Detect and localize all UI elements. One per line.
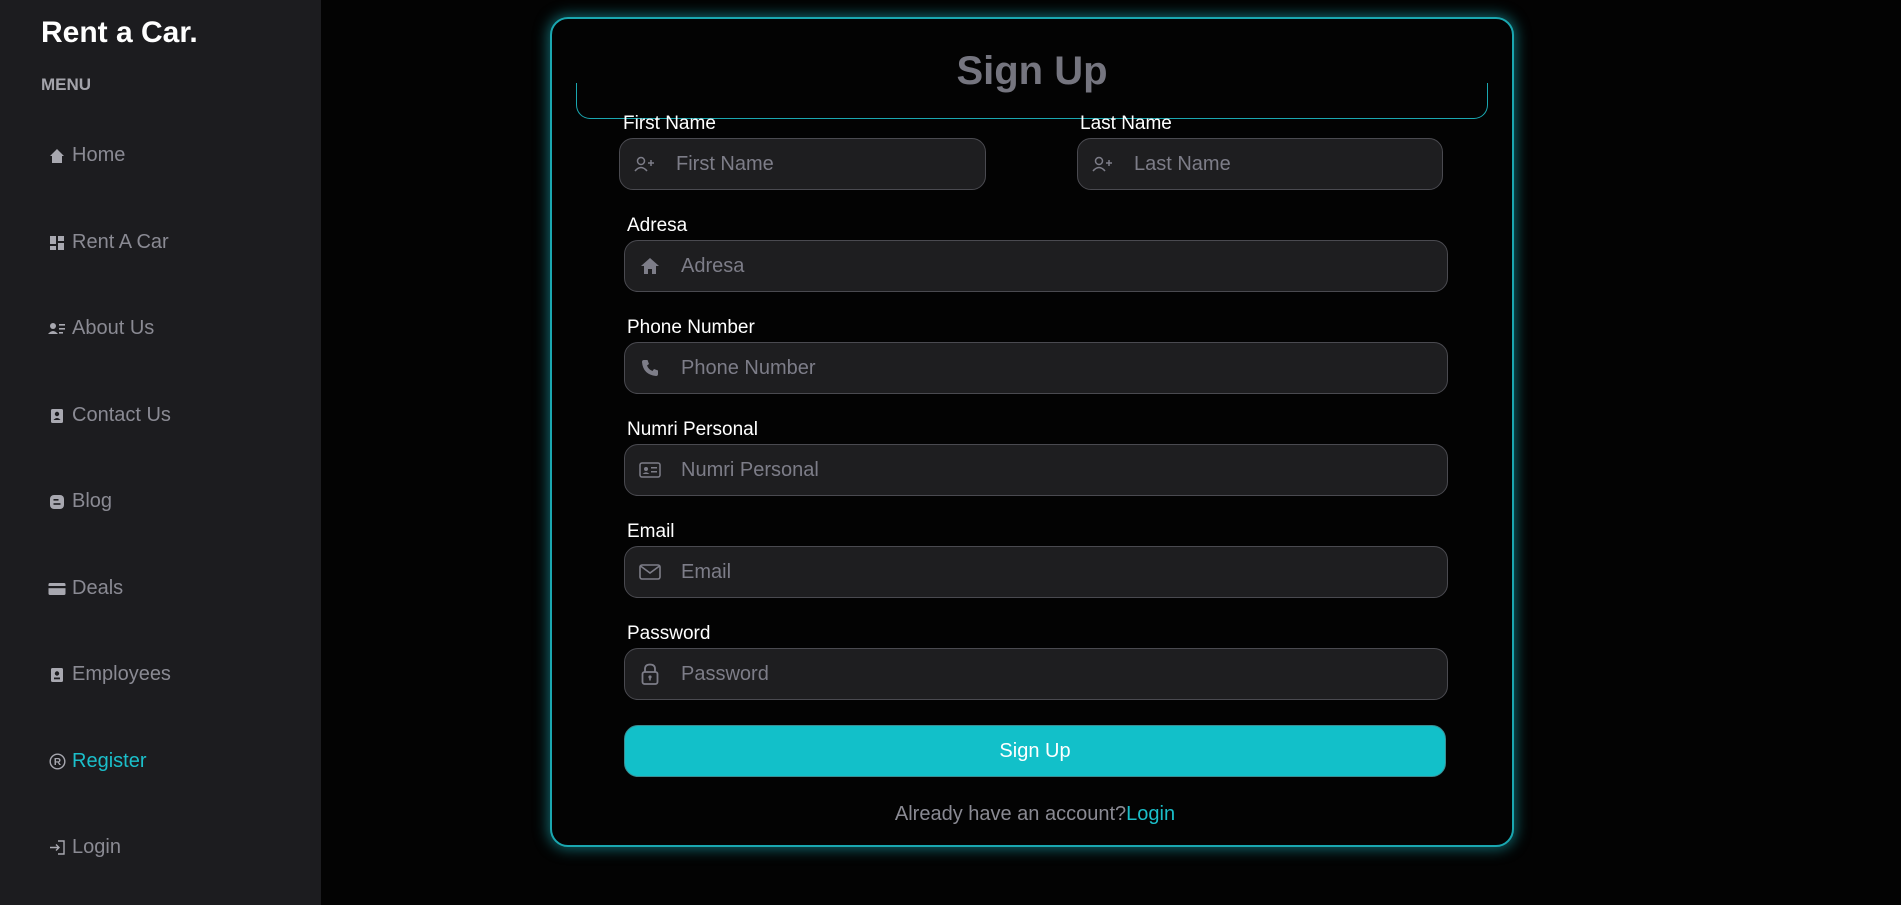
sidebar-item-label: Register: [72, 750, 147, 772]
personal-number-field: [624, 444, 1448, 496]
address-input[interactable]: [663, 241, 1447, 291]
home-icon: [637, 253, 663, 279]
email-input[interactable]: [663, 547, 1447, 597]
sidebar-item-label: About Us: [72, 317, 155, 339]
personal-number-label: Numri Personal: [627, 419, 758, 440]
sidebar-item-label: Login: [72, 836, 121, 858]
password-input[interactable]: [663, 649, 1447, 699]
email-label: Email: [627, 521, 675, 542]
svg-text:R: R: [53, 757, 61, 768]
phone-number-input[interactable]: [663, 343, 1447, 393]
brand-logo-text[interactable]: Rent a Car.: [41, 16, 198, 50]
credit-card-icon: [48, 580, 66, 598]
last-name-label: Last Name: [1080, 113, 1172, 134]
contact-book-icon: [48, 407, 66, 425]
last-name-input[interactable]: [1116, 139, 1442, 189]
address-label: Adresa: [627, 215, 688, 236]
registered-icon: R: [48, 753, 66, 771]
sidebar-item-label: Contact Us: [72, 404, 171, 426]
sidebar-item-about-us[interactable]: About Us: [48, 317, 154, 340]
login-prompt: Already have an account?Login: [624, 803, 1446, 826]
sidebar-item-label: Blog: [72, 490, 113, 512]
last-name-field: [1077, 138, 1443, 190]
sidebar-item-home[interactable]: Home: [48, 144, 125, 167]
blog-icon: [48, 493, 66, 511]
user-plus-icon: [1090, 151, 1116, 177]
password-label: Password: [627, 623, 711, 644]
personal-number-input[interactable]: [663, 445, 1447, 495]
login-prompt-text: Already have an account?: [894, 803, 1127, 825]
home-icon: [48, 147, 66, 165]
envelope-icon: [637, 559, 663, 585]
password-field: [624, 648, 1448, 700]
first-name-field: [619, 138, 986, 190]
phone-number-label: Phone Number: [627, 317, 755, 338]
sidebar-item-employees[interactable]: Employees: [48, 663, 171, 686]
sidebar-item-contact-us[interactable]: Contact Us: [48, 404, 171, 427]
sidebar: Rent a Car. MENU Home Rent A Car About U…: [0, 0, 321, 905]
dashboard-icon: [48, 234, 66, 252]
first-name-label: First Name: [623, 113, 716, 134]
sidebar-item-blog[interactable]: Blog: [48, 490, 112, 513]
menu-heading: MENU: [41, 75, 92, 94]
id-card-icon: [637, 457, 663, 483]
sidebar-item-deals[interactable]: Deals: [48, 577, 123, 600]
sidebar-item-register[interactable]: R Register: [48, 750, 146, 773]
login-icon: [48, 839, 66, 857]
lock-icon: [637, 661, 663, 687]
sidebar-item-label: Home: [72, 144, 126, 166]
user-list-icon: [48, 320, 66, 338]
sidebar-item-rent-a-car[interactable]: Rent A Car: [48, 231, 169, 254]
email-field: [624, 546, 1448, 598]
first-name-input[interactable]: [658, 139, 985, 189]
phone-number-field: [624, 342, 1448, 394]
phone-icon: [637, 355, 663, 381]
sidebar-item-login[interactable]: Login: [48, 836, 121, 859]
address-field: [624, 240, 1448, 292]
sidebar-item-label: Employees: [72, 663, 171, 685]
sign-up-button[interactable]: Sign Up: [624, 725, 1446, 777]
user-plus-icon: [632, 151, 658, 177]
sidebar-item-label: Deals: [72, 577, 124, 599]
login-link[interactable]: Login: [1126, 803, 1175, 825]
sidebar-item-label: Rent A Car: [72, 231, 169, 253]
id-badge-icon: [48, 666, 66, 684]
